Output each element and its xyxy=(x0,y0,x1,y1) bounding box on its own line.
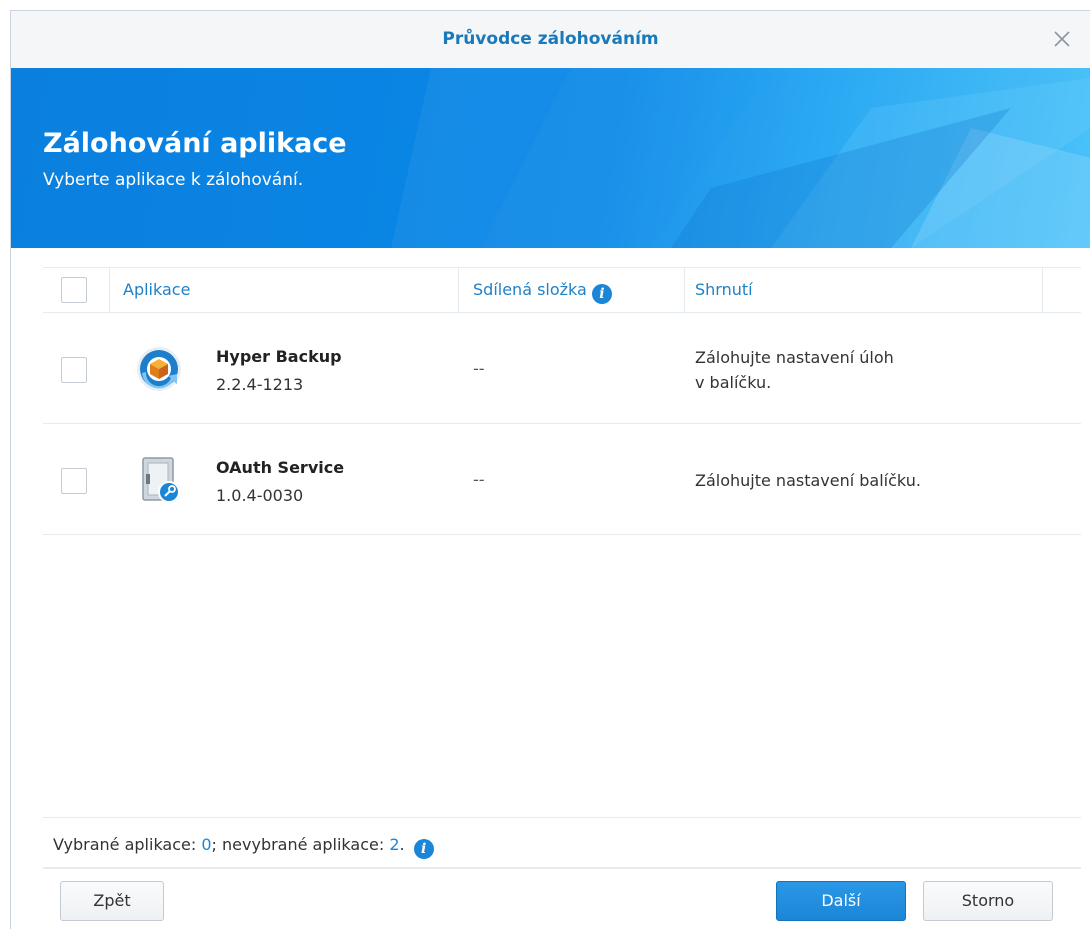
summary-line: v balíčku. xyxy=(695,373,772,392)
summary-line: Zálohujte nastavení balíčku. xyxy=(695,471,921,490)
summary-text: Zálohujte nastavení balíčku. xyxy=(695,468,1035,493)
backup-wizard-window: Průvodce zálohováním Zálohování aplikace… xyxy=(10,10,1090,929)
column-header-application[interactable]: Aplikace xyxy=(123,268,190,312)
applications-table: Aplikace Sdílená složka i Shrnutí Hyper … xyxy=(43,267,1081,535)
column-header-summary[interactable]: Shrnutí xyxy=(695,268,753,312)
table-row[interactable]: Hyper Backup 2.2.4-1213 -- Zálohujte nas… xyxy=(43,313,1081,424)
app-version: 1.0.4-0030 xyxy=(216,486,304,505)
app-name: OAuth Service xyxy=(216,458,345,477)
unselected-count[interactable]: 2 xyxy=(389,835,399,854)
banner-heading: Zálohování aplikace xyxy=(43,128,347,159)
column-header-shared-folder-label: Sdílená složka xyxy=(473,280,587,299)
info-icon[interactable]: i xyxy=(591,284,612,304)
button-bar-divider xyxy=(43,867,1081,869)
unselected-label: ; nevybrané aplikace: xyxy=(211,835,390,854)
table-header: Aplikace Sdílená složka i Shrnutí xyxy=(43,267,1081,313)
table-row[interactable]: OAuth Service 1.0.4-0030 -- Zálohujte na… xyxy=(43,424,1081,535)
cancel-button[interactable]: Storno xyxy=(923,881,1053,921)
column-header-shared-folder[interactable]: Sdílená složka i xyxy=(473,268,612,312)
window-title: Průvodce zálohováním xyxy=(442,29,659,49)
app-version: 2.2.4-1213 xyxy=(216,375,304,394)
hyper-backup-icon xyxy=(137,347,181,391)
selection-status: Vybrané aplikace: 0; nevybrané aplikace:… xyxy=(53,835,434,859)
summary-text: Zálohujte nastavení úloh v balíčku. xyxy=(695,345,1035,395)
title-bar: Průvodce zálohováním xyxy=(11,11,1090,69)
row-checkbox[interactable] xyxy=(61,468,87,494)
info-icon[interactable]: i xyxy=(413,839,434,859)
oauth-service-icon xyxy=(142,457,180,503)
summary-line: Zálohujte nastavení úloh xyxy=(695,348,894,367)
row-checkbox[interactable] xyxy=(61,357,87,383)
shared-folder-value: -- xyxy=(473,359,485,378)
next-button[interactable]: Další xyxy=(776,881,906,921)
banner-subheading: Vyberte aplikace k zálohování. xyxy=(43,170,304,190)
status-end: . xyxy=(399,835,405,854)
app-name: Hyper Backup xyxy=(216,347,342,366)
selected-label: Vybrané aplikace: xyxy=(53,835,202,854)
shared-folder-value: -- xyxy=(473,470,485,489)
close-icon xyxy=(1054,31,1070,47)
selected-count[interactable]: 0 xyxy=(201,835,211,854)
back-button[interactable]: Zpět xyxy=(60,881,164,921)
close-button[interactable] xyxy=(1048,25,1076,53)
select-all-checkbox[interactable] xyxy=(61,277,87,303)
wizard-banner: Zálohování aplikace Vyberte aplikace k z… xyxy=(11,68,1090,248)
footer-divider xyxy=(43,817,1081,818)
